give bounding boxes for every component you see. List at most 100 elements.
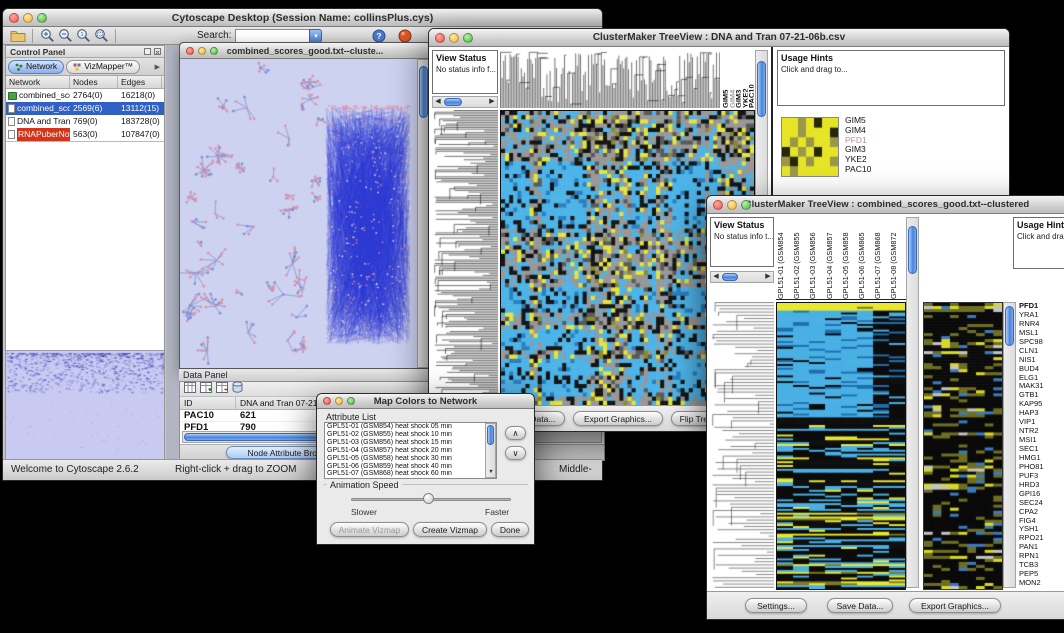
column-label[interactable]: GPL51-08 (GSM872: [889, 217, 905, 299]
scrollbar-thumb[interactable]: [487, 425, 494, 445]
scroll-right-arrow[interactable]: ▶: [487, 97, 497, 107]
treeview1-titlebar[interactable]: ClusterMaker TreeView : DNA and Tran 07-…: [429, 29, 1009, 47]
column-label[interactable]: GPL51-05 (GSM858: [841, 217, 857, 299]
zoom-actual-icon[interactable]: 1: [74, 28, 92, 44]
close-button[interactable]: [435, 33, 445, 43]
tv2-secondary-scrollbar[interactable]: [1003, 302, 1016, 588]
column-label[interactable]: GIM5: [721, 50, 728, 108]
column-label[interactable]: GPL51-07 (GSM868: [873, 217, 889, 299]
attribute-option[interactable]: GPL51-06 (GSM859) heat shock 40 min: [325, 463, 496, 471]
tab-overflow-arrow[interactable]: ▶: [155, 63, 164, 71]
gene-label[interactable]: SEC1: [1019, 445, 1064, 454]
gene-label[interactable]: FIG4: [1019, 517, 1064, 526]
network-view-titlebar[interactable]: combined_scores_good.txt--cluste...: [180, 43, 430, 59]
gene-label[interactable]: NTR2: [1019, 427, 1064, 436]
scrollbar-thumb[interactable]: [908, 226, 917, 274]
tv1-row-dendrogram-canvas[interactable]: [432, 110, 498, 404]
column-label[interactable]: GPL51-03 (GSM856: [808, 217, 824, 299]
minimize-button[interactable]: [727, 200, 737, 210]
search-input[interactable]: [235, 29, 309, 43]
scrollbar-thumb[interactable]: [722, 273, 738, 281]
export-graphics-button[interactable]: Export Graphics...: [573, 411, 663, 426]
column-header-edges[interactable]: Edges: [118, 76, 162, 88]
gene-label[interactable]: GTB1: [1019, 391, 1064, 400]
gene-label[interactable]: PHO81: [1019, 463, 1064, 472]
gene-label[interactable]: BUD4: [1019, 365, 1064, 374]
network-row[interactable]: DNA and Tran 07 769(0) 183728(0): [6, 115, 164, 128]
speed-slider[interactable]: [351, 493, 511, 505]
gene-label[interactable]: CLN1: [1019, 347, 1064, 356]
delete-attribute-icon[interactable]: [216, 380, 228, 398]
id-column-header[interactable]: ID: [180, 397, 236, 409]
zoom-button[interactable]: [463, 33, 473, 43]
gene-label[interactable]: PEP5: [1019, 570, 1064, 579]
column-header-nodes[interactable]: Nodes: [70, 76, 118, 88]
scrollbar-thumb[interactable]: [444, 98, 462, 106]
network-row-selected[interactable]: combined_sco 2569(6) 13112(15): [6, 102, 164, 115]
network-row[interactable]: RNAPuberNov2... 563(0) 107847(0): [6, 128, 164, 141]
scrollbar-thumb[interactable]: [419, 66, 428, 118]
attribute-list[interactable]: GPL51-01 (GSM854) heat shock 05 minGPL51…: [324, 422, 497, 479]
gene-label[interactable]: PAN1: [1019, 543, 1064, 552]
column-label[interactable]: GPL51-02 (GSM855: [792, 217, 808, 299]
attribute-option[interactable]: GPL51-05 (GSM858) heat shock 30 min: [325, 455, 496, 463]
gene-label[interactable]: MSL1: [1019, 329, 1064, 338]
scroll-right-arrow[interactable]: ▶: [763, 272, 773, 282]
network-canvas[interactable]: [180, 59, 417, 368]
gene-label[interactable]: MSI1: [1019, 436, 1064, 445]
gene-label[interactable]: HRD3: [1019, 481, 1064, 490]
zoom-in-icon[interactable]: [38, 28, 56, 44]
minimize-button[interactable]: [335, 397, 343, 405]
gene-label[interactable]: VIP1: [1019, 418, 1064, 427]
search-dropdown-arrow[interactable]: ▾: [309, 29, 322, 43]
gene-label[interactable]: CPA2: [1019, 508, 1064, 517]
column-header-network[interactable]: Network: [6, 76, 70, 88]
gene-label[interactable]: HAP3: [1019, 409, 1064, 418]
select-attributes-icon[interactable]: [184, 380, 196, 398]
gene-label[interactable]: RNR4: [1019, 320, 1064, 329]
attribute-option[interactable]: GPL51-03 (GSM856) heat shock 15 min: [325, 439, 496, 447]
settings-button[interactable]: Settings...: [745, 598, 807, 613]
tv2-h-scrollbar[interactable]: ◀ ▶: [710, 271, 774, 283]
gene-label[interactable]: SPC98: [1019, 338, 1064, 347]
gene-label[interactable]: YSH1: [1019, 525, 1064, 534]
column-label[interactable]: GPL51-06 (GSM865: [857, 217, 873, 299]
gene-label[interactable]: PUF3: [1019, 472, 1064, 481]
column-label[interactable]: GPL51-01 (GSM854: [776, 217, 792, 299]
done-button[interactable]: Done: [491, 522, 529, 537]
close-button[interactable]: [186, 47, 194, 55]
column-label[interactable]: GIM3: [734, 50, 741, 108]
gene-label[interactable]: NIS1: [1019, 356, 1064, 365]
network-overview-canvas[interactable]: [6, 350, 164, 460]
tv2-secondary-heatmap-canvas[interactable]: [923, 302, 1003, 590]
tv2-v-scrollbar[interactable]: [906, 217, 919, 588]
gene-label[interactable]: PAC10: [845, 165, 871, 175]
treeview2-titlebar[interactable]: ClusterMaker TreeView : combined_scores_…: [707, 196, 1064, 214]
create-attribute-icon[interactable]: [200, 380, 212, 398]
close-button[interactable]: [713, 200, 723, 210]
tv2-heatmap-canvas[interactable]: [776, 302, 906, 590]
gene-label[interactable]: ELG1: [1019, 374, 1064, 383]
close-button[interactable]: [9, 13, 19, 23]
attribute-option[interactable]: GPL51-04 (GSM857) heat shock 20 min: [325, 447, 496, 455]
scroll-down-arrow[interactable]: ▼: [486, 467, 496, 477]
open-session-icon[interactable]: [9, 28, 27, 44]
gene-label[interactable]: SEC24: [1019, 499, 1064, 508]
scroll-left-arrow[interactable]: ◀: [433, 97, 443, 107]
animate-vizmap-button[interactable]: Animate Vizmap: [330, 522, 409, 537]
tab-network[interactable]: Network: [8, 60, 64, 74]
scrollbar-thumb[interactable]: [1005, 306, 1014, 346]
tv1-summary-heatmap-canvas[interactable]: [781, 117, 839, 177]
attribute-option[interactable]: GPL51-02 (GSM855) heat shock 10 min: [325, 431, 496, 439]
attribute-list-scrollbar[interactable]: ▼: [485, 423, 496, 478]
export-graphics-button[interactable]: Export Graphics...: [909, 598, 1001, 613]
gene-label[interactable]: HMG1: [1019, 454, 1064, 463]
gene-label[interactable]: MON2: [1019, 579, 1064, 588]
zoom-button[interactable]: [210, 47, 218, 55]
create-vizmap-button[interactable]: Create Vizmap: [413, 522, 487, 537]
zoom-fit-icon[interactable]: [92, 28, 110, 44]
save-data-button[interactable]: Save Data...: [827, 598, 893, 613]
attribute-option[interactable]: GPL51-01 (GSM854) heat shock 05 min: [325, 423, 496, 431]
close-button[interactable]: [323, 397, 331, 405]
network-row[interactable]: combined_scores 2764(0) 16218(0): [6, 89, 164, 102]
